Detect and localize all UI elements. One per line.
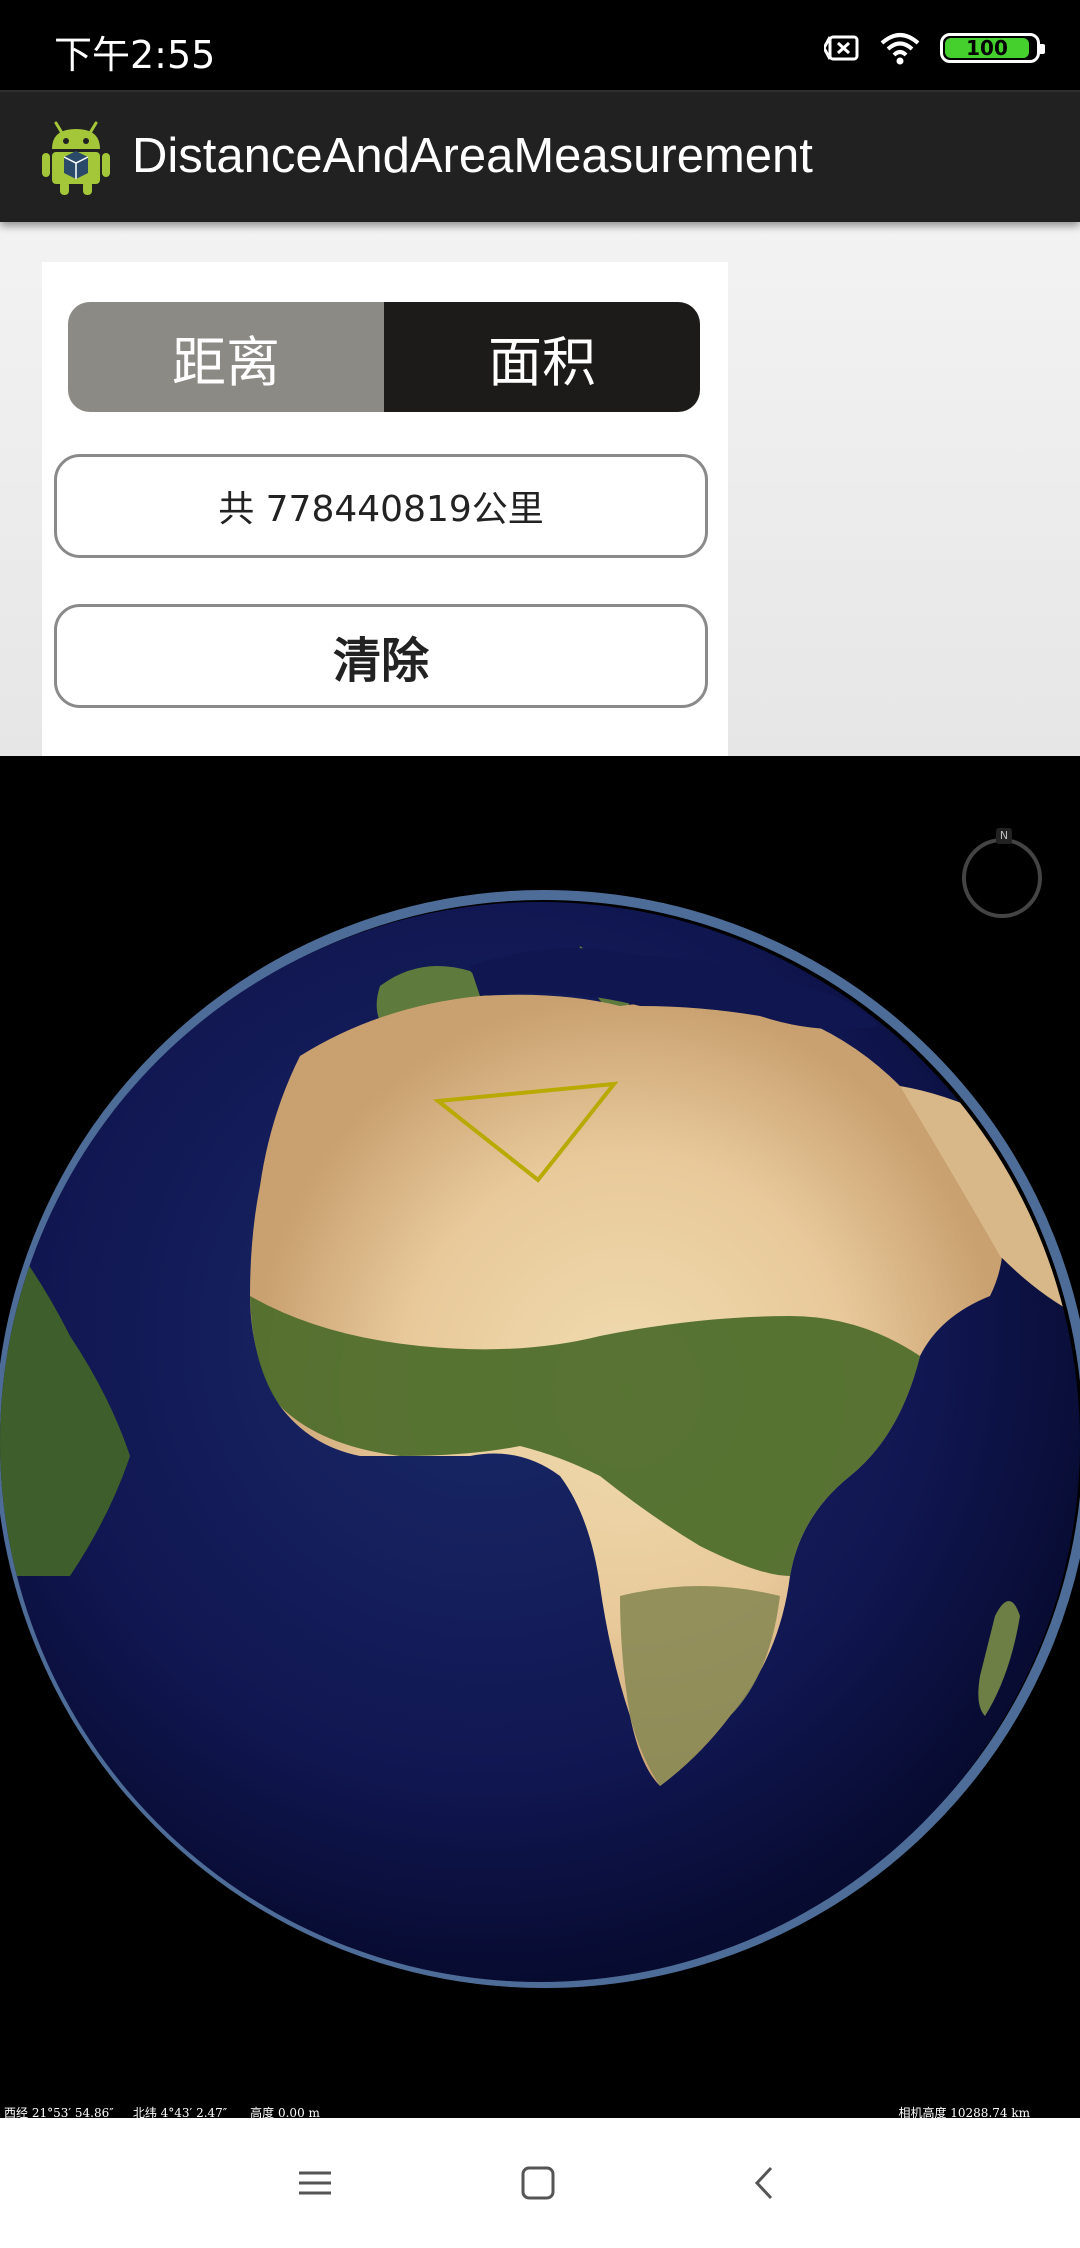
battery-icon: 100 [940,33,1045,63]
compass-north-label: N [996,828,1012,844]
clear-button[interactable]: 清除 [54,604,708,708]
tab-area[interactable]: 面积 [384,302,700,412]
content-area: 距离 面积 共 778440819公里 清除 [0,220,1080,756]
android-icon [42,121,110,195]
measurement-panel: 距离 面积 共 778440819公里 清除 [42,262,728,756]
result-display: 共 778440819公里 [54,454,708,558]
menu-icon[interactable] [295,2163,335,2203]
action-bar: DistanceAndAreaMeasurement [0,90,1080,222]
notification-x-icon [824,35,859,61]
compass-icon[interactable]: N [962,828,1042,918]
tab-distance[interactable]: 距离 [68,302,384,412]
back-icon[interactable] [745,2163,785,2203]
battery-level: 100 [945,38,1029,58]
clear-button-label: 清除 [332,633,429,689]
status-time: 下午2:55 [54,33,216,77]
globe-map-view[interactable]: N [0,756,1080,2118]
app-title: DistanceAndAreaMeasurement [132,129,813,183]
home-icon[interactable] [518,2163,558,2203]
status-bar: 下午2:55 100 [0,0,1080,90]
mode-toggle: 距离 面积 [68,302,700,412]
navigation-bar [0,2118,1080,2248]
coordinate-info-bar: 西经 21°53′ 54.86″ 北纬 4°43′ 2.47″ 高度 0.00 … [0,2104,1080,2120]
result-text: 共 778440819公里 [218,489,544,530]
globe-canvas[interactable] [0,756,1080,2118]
wifi-icon [880,33,920,65]
status-icons: 100 [824,28,1045,68]
